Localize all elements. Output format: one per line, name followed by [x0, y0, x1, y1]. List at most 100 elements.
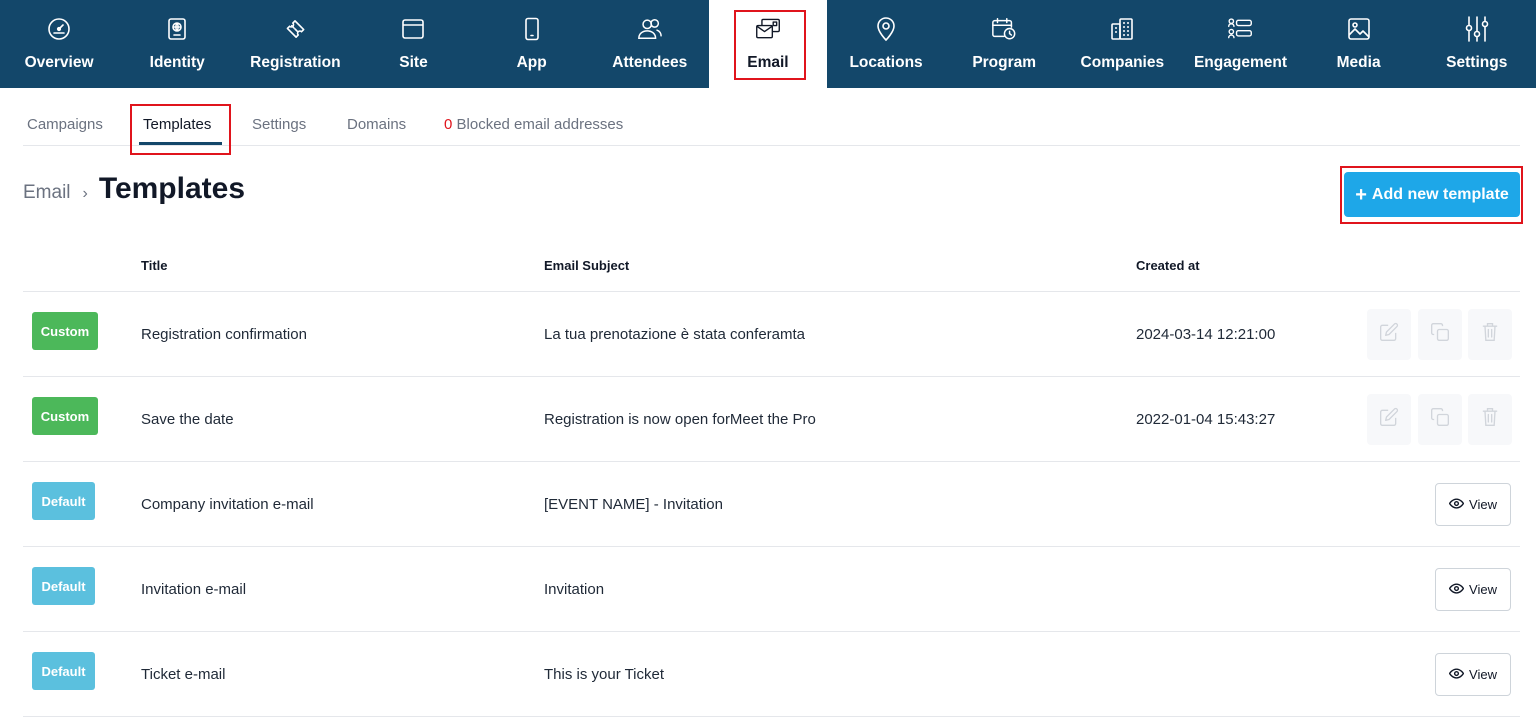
users-icon: [637, 16, 663, 42]
sliders-icon: [1464, 16, 1490, 42]
nav-label: Companies: [1080, 54, 1165, 71]
template-created-at: 2024-03-14 12:21:00: [1136, 326, 1276, 343]
eye-icon: [1448, 667, 1469, 682]
nav-label: Media: [1336, 54, 1381, 71]
nav-label: Registration: [250, 54, 341, 71]
nav-label: Attendees: [612, 54, 688, 71]
tab-templates[interactable]: Templates: [143, 116, 211, 133]
nav-item-companies[interactable]: Companies: [1063, 0, 1181, 88]
edit-button[interactable]: [1367, 309, 1411, 360]
calendar-clock-icon: [991, 16, 1017, 42]
nav-item-app[interactable]: App: [473, 0, 591, 88]
table-row[interactable]: Default Invitation e-mail Invitation Vie…: [23, 547, 1520, 632]
default-badge: Default: [32, 482, 95, 520]
nav-label: Site: [399, 54, 428, 71]
template-title: Ticket e-mail: [141, 666, 226, 683]
duplicate-button[interactable]: [1418, 394, 1462, 445]
main-navigation: Overview Identity Registration Site App …: [0, 0, 1536, 88]
nav-label: Email: [747, 54, 789, 71]
nav-item-attendees[interactable]: Attendees: [591, 0, 709, 88]
template-title: Registration confirmation: [141, 326, 307, 343]
building-icon: [1109, 16, 1135, 42]
view-label: View: [1469, 497, 1497, 512]
nav-label: Settings: [1446, 54, 1508, 71]
tab-campaigns[interactable]: Campaigns: [27, 116, 103, 133]
edit-icon: [1379, 407, 1399, 432]
default-badge: Default: [32, 567, 95, 605]
view-label: View: [1469, 667, 1497, 682]
trash-icon: [1481, 322, 1499, 347]
nav-item-identity[interactable]: Identity: [118, 0, 236, 88]
nav-item-engagement[interactable]: Engagement: [1181, 0, 1299, 88]
nav-label: Identity: [149, 54, 205, 71]
delete-button[interactable]: [1468, 394, 1512, 445]
nav-item-media[interactable]: Media: [1300, 0, 1418, 88]
template-title: Save the date: [141, 411, 234, 428]
tab-settings[interactable]: Settings: [252, 116, 306, 133]
nav-item-registration[interactable]: Registration: [236, 0, 354, 88]
table-row[interactable]: Custom Registration confirmation La tua …: [23, 292, 1520, 377]
template-subject: This is your Ticket: [544, 666, 665, 683]
blocked-label: Blocked email addresses: [456, 116, 624, 133]
active-tab-underline: [139, 142, 222, 145]
image-icon: [1346, 16, 1372, 42]
nav-item-settings[interactable]: Settings: [1418, 0, 1536, 88]
table-row[interactable]: Default Ticket e-mail This is your Ticke…: [23, 632, 1520, 717]
breadcrumb-separator: ›: [82, 185, 88, 202]
breadcrumb: Email › Templates: [23, 172, 245, 212]
nav-item-program[interactable]: Program: [945, 0, 1063, 88]
template-subject: Invitation: [544, 581, 605, 598]
passport-icon: [164, 16, 190, 42]
eye-icon: [1448, 582, 1469, 597]
nav-item-overview[interactable]: Overview: [0, 0, 118, 88]
trash-icon: [1481, 407, 1499, 432]
column-header-created-at[interactable]: Created at: [1136, 258, 1200, 273]
delete-button[interactable]: [1468, 309, 1512, 360]
template-title: Company invitation e-mail: [141, 496, 314, 513]
email-subtabs: Campaigns Templates Settings Domains 0 B…: [23, 88, 1520, 146]
template-subject: Registration is now open forMeet the Pro: [544, 411, 816, 428]
eye-icon: [1448, 497, 1469, 512]
gauge-icon: [46, 16, 72, 42]
ticket-icon: [282, 16, 308, 42]
template-subject: La tua prenotazione è stata conferamta: [544, 326, 806, 343]
tab-domains[interactable]: Domains: [347, 116, 406, 133]
nav-label: Locations: [849, 54, 923, 71]
edit-icon: [1379, 322, 1399, 347]
table-row[interactable]: Custom Save the date Registration is now…: [23, 377, 1520, 462]
email-cards-icon: [755, 16, 781, 42]
breadcrumb-email-link[interactable]: Email: [23, 182, 71, 204]
nav-label: Engagement: [1193, 54, 1287, 71]
browser-window-icon: [400, 16, 426, 42]
custom-badge: Custom: [32, 397, 98, 435]
nav-item-site[interactable]: Site: [354, 0, 472, 88]
view-button[interactable]: View: [1435, 653, 1511, 696]
column-header-email-subject[interactable]: Email Subject: [544, 258, 629, 273]
view-label: View: [1469, 582, 1497, 597]
add-new-template-button[interactable]: + Add new template: [1344, 172, 1520, 217]
view-button[interactable]: View: [1435, 568, 1511, 611]
template-created-at: 2022-01-04 15:43:27: [1136, 411, 1276, 428]
plus-icon: +: [1355, 183, 1367, 206]
custom-badge: Custom: [32, 312, 98, 350]
template-subject: [EVENT NAME] - Invitation: [544, 496, 723, 513]
nav-label: Overview: [24, 54, 94, 71]
nav-item-locations[interactable]: Locations: [827, 0, 945, 88]
table-row[interactable]: Default Company invitation e-mail [EVENT…: [23, 462, 1520, 547]
view-button[interactable]: View: [1435, 483, 1511, 526]
table-header: Title Email Subject Created at: [23, 240, 1520, 292]
default-badge: Default: [32, 652, 95, 690]
page-title: Templates: [98, 172, 246, 205]
template-title: Invitation e-mail: [141, 581, 247, 598]
nav-label: Program: [972, 54, 1037, 71]
column-header-title[interactable]: Title: [141, 258, 168, 273]
edit-button[interactable]: [1367, 394, 1411, 445]
copy-icon: [1430, 407, 1450, 432]
nav-item-email[interactable]: Email: [708, 0, 827, 88]
engagement-list-icon: [1227, 16, 1253, 42]
duplicate-button[interactable]: [1418, 309, 1462, 360]
blocked-count: 0: [444, 116, 453, 133]
smartphone-icon: [519, 16, 545, 42]
tab-blocked-email-addresses[interactable]: 0 Blocked email addresses: [444, 116, 623, 133]
nav-label: App: [516, 54, 547, 71]
